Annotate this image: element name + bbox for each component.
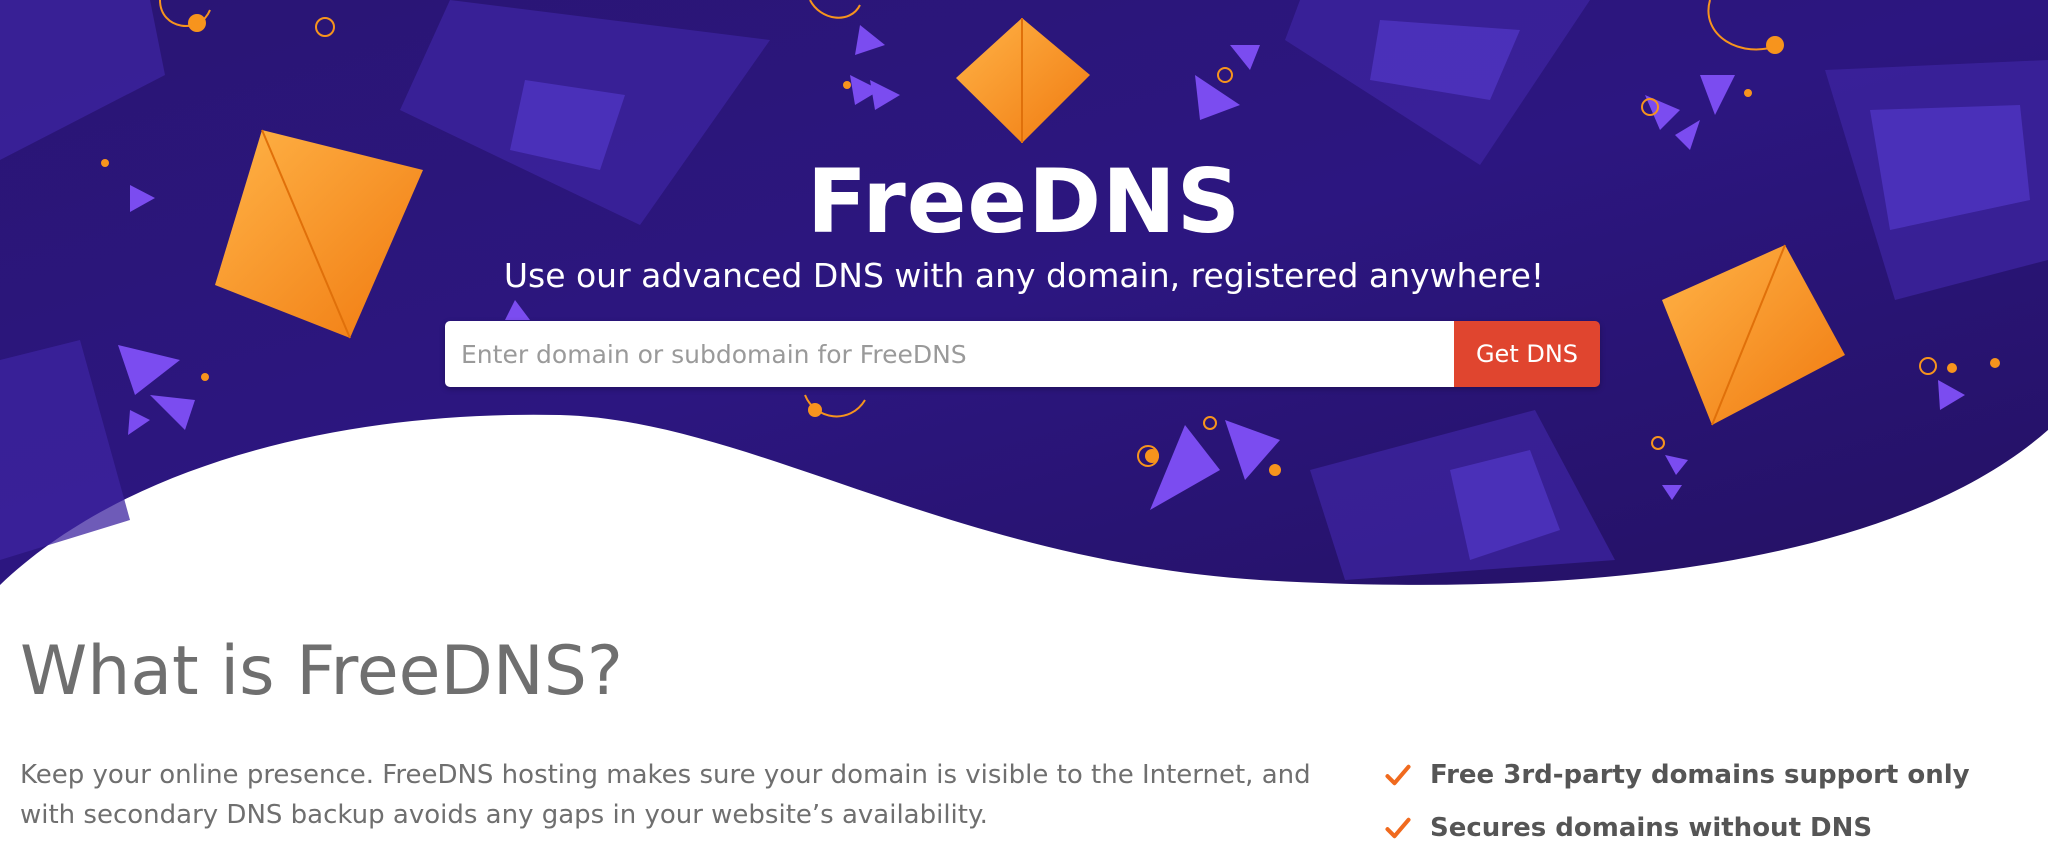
feature-item: Secures domains without DNS (1384, 808, 2024, 844)
hero-banner: FreeDNS Use our advanced DNS with any do… (0, 0, 2048, 600)
feature-list: Free 3rd-party domains support only Secu… (1384, 755, 2024, 844)
feature-label: Free 3rd-party domains support only (1430, 760, 1970, 790)
feature-label: Secures domains without DNS (1430, 813, 1873, 843)
hero-subtitle: Use our advanced DNS with any domain, re… (503, 256, 1545, 295)
get-dns-button[interactable]: Get DNS (1454, 321, 1600, 387)
checkmark-icon (1385, 817, 1411, 839)
checkmark-icon (1385, 764, 1411, 786)
section-heading: What is FreeDNS? (20, 632, 624, 711)
section-description: Keep your online presence. FreeDNS hosti… (20, 760, 1311, 830)
feature-item: Free 3rd-party domains support only (1384, 755, 2024, 795)
domain-search-input[interactable] (445, 321, 1454, 387)
hero-title: FreeDNS (806, 150, 1242, 253)
domain-search-form: Get DNS (445, 321, 1600, 387)
hero-background (0, 0, 2048, 585)
